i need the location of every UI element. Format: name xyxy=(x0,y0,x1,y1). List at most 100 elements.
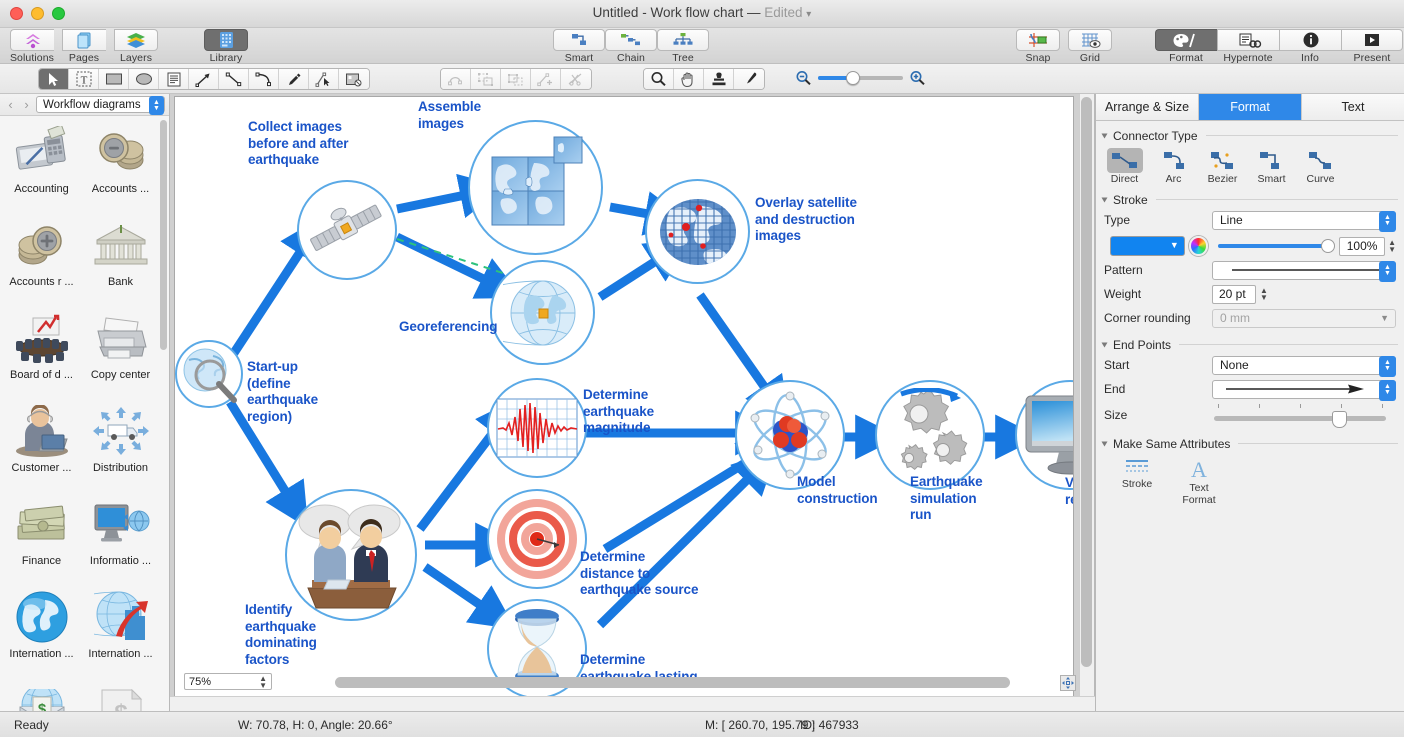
connector-type-bezier[interactable]: Bezier xyxy=(1198,148,1247,185)
diagram-node-satellite[interactable] xyxy=(297,180,397,280)
make-same-text-format-button[interactable]: A Text Format xyxy=(1168,458,1230,506)
stroke-type-select[interactable]: Line ▲ ▼ xyxy=(1212,210,1396,232)
toolbar-format-button[interactable]: Format xyxy=(1155,29,1217,64)
connector-type-arc[interactable]: Arc xyxy=(1149,148,1198,185)
library-category-select[interactable]: Workflow diagrams ▲ ▼ xyxy=(36,96,165,115)
zoom-out-icon[interactable] xyxy=(795,70,812,86)
library-item-international-globe[interactable]: Internation ... xyxy=(2,587,81,680)
library-item-copy-center[interactable]: Copy center xyxy=(81,308,160,401)
library-category-stepper-icon[interactable]: ▲ ▼ xyxy=(149,96,164,115)
connector-type-header[interactable]: Connector Type xyxy=(1096,127,1404,144)
tab-arrange-size[interactable]: Arrange & Size xyxy=(1096,94,1199,120)
disclosure-triangle-icon[interactable] xyxy=(1101,342,1108,347)
arc-tool[interactable] xyxy=(249,69,279,89)
library-item-accounting[interactable]: Accounting xyxy=(2,122,81,215)
library-item-distribution[interactable]: Distribution xyxy=(81,401,160,494)
tab-text[interactable]: Text xyxy=(1302,94,1404,120)
diagram-node-puzzle[interactable] xyxy=(468,120,603,255)
canvas-vscroll-thumb[interactable] xyxy=(1081,97,1092,667)
text-block-tool[interactable] xyxy=(159,69,189,89)
library-item-bank[interactable]: Bank xyxy=(81,215,160,308)
select-tool[interactable] xyxy=(39,69,69,89)
text-tool[interactable]: T xyxy=(69,69,99,89)
disclosure-triangle-icon[interactable] xyxy=(1101,441,1108,446)
diagram-node-gridmap[interactable] xyxy=(645,179,750,284)
library-item-customer-service[interactable]: Customer ... xyxy=(2,401,81,494)
library-item-accounts-payable[interactable]: Accounts ... xyxy=(81,122,160,215)
toolbar-grid-button[interactable]: Grid xyxy=(1064,29,1116,64)
arrow-line-tool[interactable] xyxy=(189,69,219,89)
canvas-area[interactable]: Start-up (define earthquake region) Coll… xyxy=(170,94,1095,711)
zoom-slider[interactable] xyxy=(818,70,903,86)
rotate-tool[interactable] xyxy=(441,69,471,89)
edit-points-tool[interactable] xyxy=(309,69,339,89)
line-tool[interactable] xyxy=(219,69,249,89)
canvas-hscroll-thumb[interactable] xyxy=(335,677,1010,688)
disclosure-triangle-icon[interactable] xyxy=(1101,197,1108,202)
toolbar-present-button[interactable]: Present xyxy=(1341,29,1403,64)
pen-tool[interactable] xyxy=(279,69,309,89)
library-next-icon[interactable]: › xyxy=(20,97,33,112)
library-item-accounts-receivable[interactable]: Accounts r ... xyxy=(2,215,81,308)
color-wheel-icon[interactable] xyxy=(1188,236,1209,256)
canvas-zoom-stepper-icon[interactable]: ▲ ▼ xyxy=(259,674,267,689)
end-points-start-stepper-icon[interactable]: ▲ ▼ xyxy=(1379,355,1396,377)
library-item-invoice[interactable]: $ xyxy=(81,680,160,711)
diagram-node-seismograph[interactable] xyxy=(487,378,587,478)
stroke-weight-field[interactable]: 20 pt xyxy=(1212,284,1256,304)
stroke-corner-select[interactable]: 0 mm ▼ xyxy=(1212,308,1396,328)
library-item-finance[interactable]: Finance xyxy=(2,494,81,587)
stroke-color-well[interactable]: ▼ xyxy=(1110,236,1185,256)
cut-path-tool[interactable] xyxy=(561,69,591,89)
chevron-down-icon[interactable]: ▼ xyxy=(1170,240,1179,250)
connector-type-smart[interactable]: Smart xyxy=(1247,148,1296,185)
stroke-weight-stepper-icon[interactable]: ▲ ▼ xyxy=(1260,287,1268,302)
toolbar-hypernote-button[interactable]: Hypernote xyxy=(1217,29,1279,64)
canvas-hscroll-track[interactable] xyxy=(335,677,1080,688)
end-points-end-select[interactable]: ▲ ▼ xyxy=(1212,379,1396,401)
toolbar-pages-button[interactable]: Pages xyxy=(58,29,110,64)
toolbar-chain-button[interactable]: Chain xyxy=(605,29,657,64)
library-item-international-money[interactable]: $ xyxy=(2,680,81,711)
stroke-opacity-slider[interactable] xyxy=(1218,239,1336,253)
library-item-international-growth[interactable]: Internation ... xyxy=(81,587,160,680)
stroke-opacity-stepper-icon[interactable]: ▲ ▼ xyxy=(1388,239,1396,254)
stroke-pattern-stepper-icon[interactable]: ▲ ▼ xyxy=(1379,260,1396,282)
zoom-tool[interactable] xyxy=(644,69,674,89)
title-chevron-down-icon[interactable]: ▾ xyxy=(806,9,811,20)
end-points-end-stepper-icon[interactable]: ▲ ▼ xyxy=(1379,379,1396,401)
group-tool[interactable] xyxy=(471,69,501,89)
stroke-type-stepper-icon[interactable]: ▲ ▼ xyxy=(1379,210,1396,232)
diagram-node-monitor[interactable] xyxy=(1015,380,1073,490)
library-item-information[interactable]: Informatio ... xyxy=(81,494,160,587)
end-points-start-select[interactable]: None ▲ ▼ xyxy=(1212,355,1396,377)
toolbar-tree-button[interactable]: Tree xyxy=(657,29,709,64)
connector-type-curve[interactable]: Curve xyxy=(1296,148,1345,185)
tab-format[interactable]: Format xyxy=(1199,94,1302,120)
chevron-down-icon[interactable]: ▼ xyxy=(1380,313,1389,323)
toolbar-solutions-button[interactable]: Solutions xyxy=(6,29,58,64)
stamp-tool[interactable] xyxy=(704,69,734,89)
ungroup-tool[interactable] xyxy=(501,69,531,89)
connector-type-direct[interactable]: Direct xyxy=(1100,148,1149,185)
canvas-pan-button[interactable] xyxy=(1060,675,1076,691)
rectangle-tool[interactable] xyxy=(99,69,129,89)
canvas-vertical-scrollbar[interactable] xyxy=(1079,94,1094,696)
stroke-pattern-select[interactable]: ▲ ▼ xyxy=(1212,260,1396,282)
library-prev-icon[interactable]: ‹ xyxy=(4,97,17,112)
canvas-horizontal-scrollbar[interactable] xyxy=(170,696,1095,711)
toolbar-layers-button[interactable]: Layers xyxy=(110,29,162,64)
stroke-header[interactable]: Stroke xyxy=(1096,191,1404,208)
make-same-header[interactable]: Make Same Attributes xyxy=(1096,435,1404,452)
toolbar-smart-button[interactable]: Smart xyxy=(553,29,605,64)
hand-tool[interactable] xyxy=(674,69,704,89)
end-points-header[interactable]: End Points xyxy=(1096,336,1404,353)
add-point-tool[interactable] xyxy=(531,69,561,89)
library-scrollbar[interactable] xyxy=(160,120,167,680)
diagram-node-target[interactable] xyxy=(487,489,587,589)
diagram-node-startup[interactable] xyxy=(175,340,243,408)
library-item-board-of-directors[interactable]: Board of d ... xyxy=(2,308,81,401)
ellipse-tool[interactable] xyxy=(129,69,159,89)
toolbar-snap-button[interactable]: Snap xyxy=(1012,29,1064,64)
zoom-in-icon[interactable] xyxy=(909,70,926,86)
